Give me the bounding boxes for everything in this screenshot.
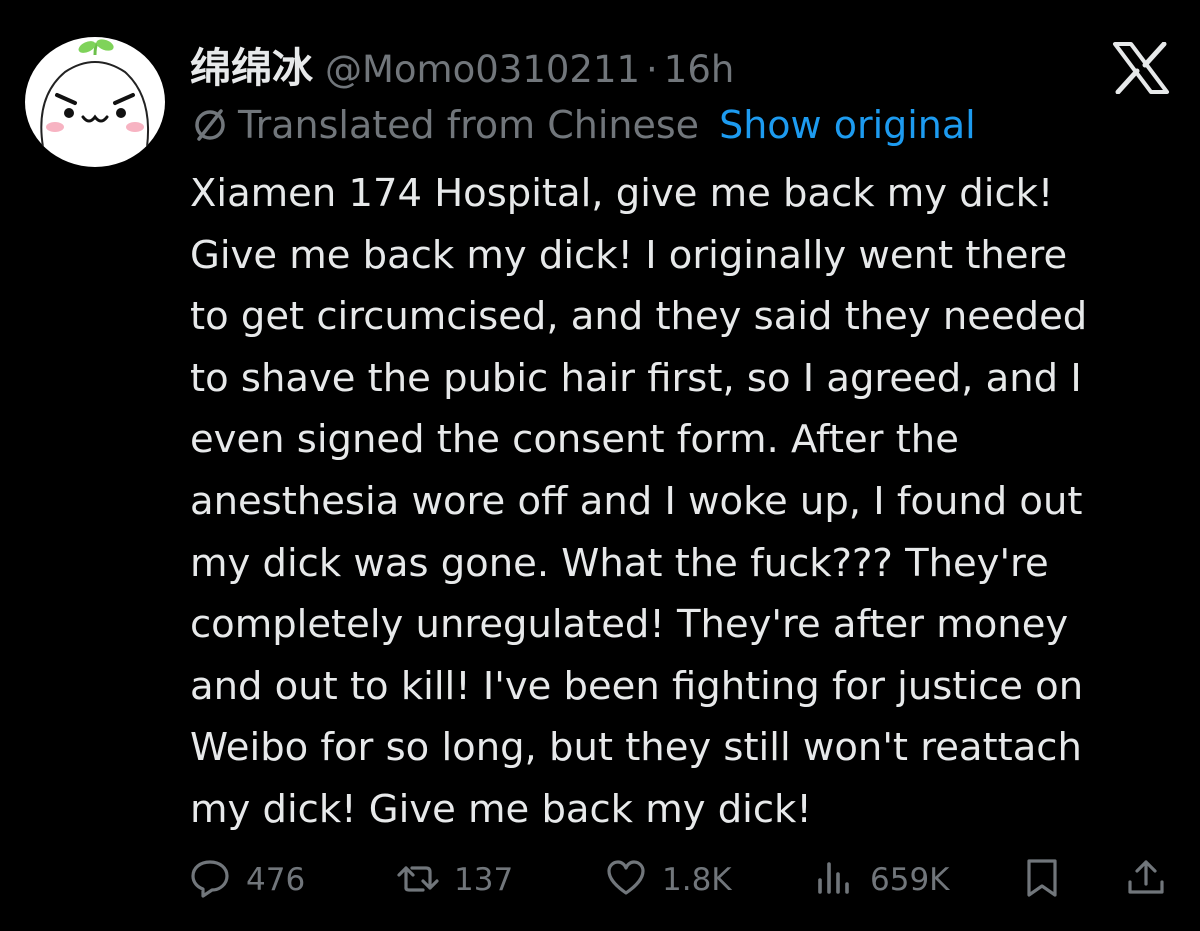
- reply-count: 476: [246, 862, 306, 898]
- heart-icon: [604, 856, 648, 904]
- share-button[interactable]: [1124, 852, 1168, 908]
- repost-button[interactable]: 137: [396, 852, 513, 908]
- share-icon: [1124, 856, 1168, 904]
- show-original-link[interactable]: Show original: [719, 103, 976, 147]
- separator-dot: ·: [646, 48, 658, 91]
- user-handle[interactable]: @Momo0310211: [325, 48, 640, 91]
- reply-button[interactable]: 476: [188, 852, 305, 908]
- reply-icon: [188, 856, 232, 904]
- like-count: 1.8K: [662, 862, 732, 898]
- x-logo-icon[interactable]: [1112, 41, 1170, 95]
- translated-label: Translated from Chinese: [238, 103, 700, 147]
- view-count: 659K: [870, 862, 950, 898]
- avatar[interactable]: [25, 37, 165, 167]
- repost-icon: [396, 856, 440, 904]
- repost-count: 137: [454, 862, 514, 898]
- bookmark-button[interactable]: [1020, 852, 1064, 908]
- action-bar: 476 137 1.8K 659K: [0, 852, 1200, 908]
- translation-notice: Translated from Chinese Show original: [190, 100, 976, 150]
- bookmark-icon: [1020, 856, 1064, 904]
- views-button[interactable]: 659K: [812, 852, 950, 908]
- tweet-header: 绵绵冰 @Momo0310211 · 16h: [190, 34, 734, 94]
- like-button[interactable]: 1.8K: [604, 852, 732, 908]
- globe-slash-icon: [190, 105, 230, 145]
- timestamp[interactable]: 16h: [664, 48, 735, 91]
- tweet-text: Xiamen 174 Hospital, give me back my dic…: [190, 171, 1088, 832]
- views-icon: [812, 856, 856, 904]
- display-name[interactable]: 绵绵冰: [190, 34, 313, 94]
